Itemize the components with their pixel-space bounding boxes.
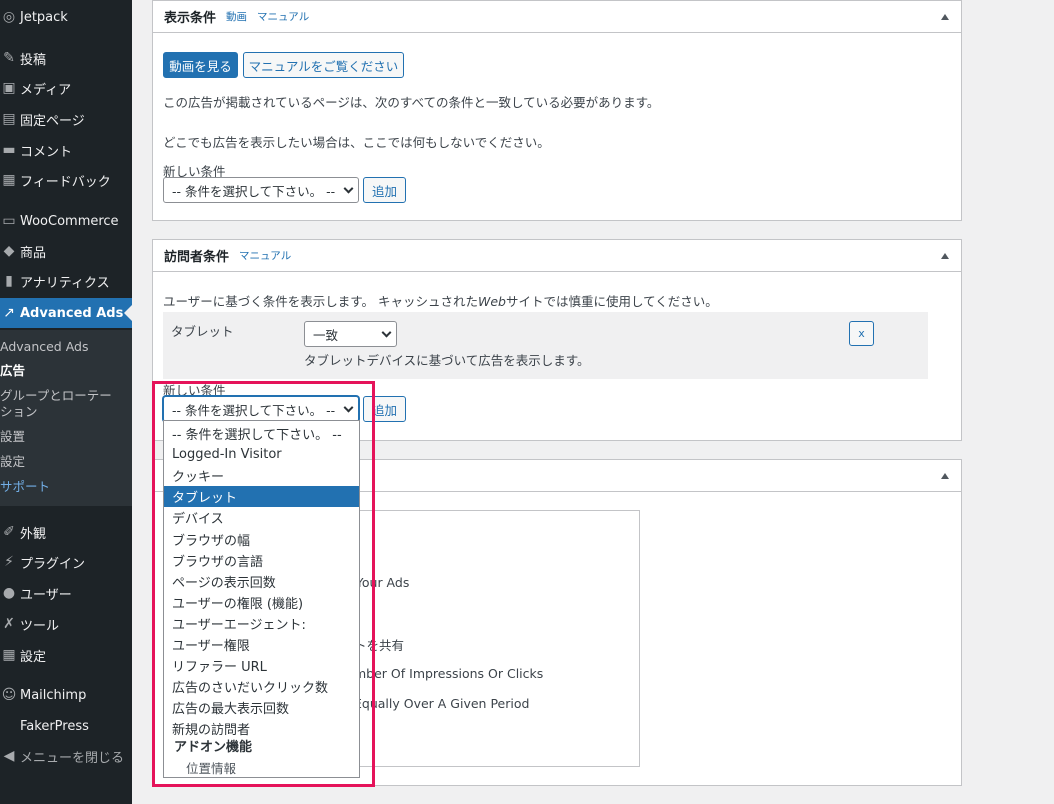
sidebar-item-appearance[interactable]: ✐ 外観 bbox=[0, 517, 132, 547]
intro-prefix: ユーザーに基づく条件を表示します。 キャッシュされた bbox=[163, 294, 478, 309]
collapse-arrow-icon[interactable] bbox=[941, 253, 949, 259]
sidebar-item-label: メディア bbox=[20, 82, 72, 98]
select-value: -- 条件を選択して下さい。 -- bbox=[172, 183, 336, 199]
appearance-icon: ✐ bbox=[3, 524, 15, 540]
feedback-icon: ▦ bbox=[2, 172, 16, 188]
comment-icon: ▬ bbox=[2, 142, 16, 158]
collapse-arrow-icon[interactable] bbox=[941, 473, 949, 479]
sidebar-item-pin[interactable]: ✎ 投稿 bbox=[0, 43, 132, 73]
addon-box: n Your Ads トを共有 mber Of Impressions Or C… bbox=[344, 510, 640, 767]
analytics-icon: ▮ bbox=[5, 273, 13, 289]
media-icon: ▣ bbox=[2, 80, 16, 96]
sidebar-item-user[interactable]: ● ユーザー bbox=[0, 578, 132, 608]
pin-icon: ✎ bbox=[3, 50, 15, 66]
page-icon: ▤ bbox=[2, 111, 16, 127]
video-link[interactable]: 動画 bbox=[226, 9, 247, 24]
advanced-ads-icon: ↗ bbox=[3, 305, 15, 321]
sidebar-item-collapse-menu[interactable]: ◀ メニューを閉じる bbox=[0, 741, 132, 771]
plugin-icon: ⚡ bbox=[4, 554, 14, 570]
manual-link[interactable]: マニュアル bbox=[239, 248, 291, 263]
active-indicator-arrow bbox=[124, 305, 132, 321]
admin-sidebar: ◎ Jetpack ✎ 投稿 ▣ メディア ▤ 固定ページ ▬ コメント ▦ フィードバック ▭ WooC… bbox=[0, 0, 132, 804]
sidebar-item-jetpack[interactable]: ◎ Jetpack bbox=[0, 2, 132, 32]
sidebar-item-settings[interactable]: ▦ 設定 bbox=[0, 640, 132, 670]
intro-suffix: サイトでは慎重に使用してください。 bbox=[505, 294, 718, 309]
sidebar-item-label: FakerPress bbox=[20, 718, 89, 734]
display-conditions-panel: 表示条件 動画 マニュアル 動画を見る マニュアルをご覧ください この広告が掲載… bbox=[152, 0, 962, 221]
collapse-arrow-icon[interactable] bbox=[941, 14, 949, 20]
sidebar-item-label: 投稿 bbox=[20, 52, 47, 68]
advanced-ads-submenu: Advanced Ads 広告 グループとローテーション 設置 設定 サポート bbox=[0, 330, 132, 506]
submenu-item-support[interactable]: サポート bbox=[0, 479, 50, 495]
addon-text-3: mber Of Impressions Or Clicks bbox=[354, 666, 544, 681]
sidebar-item-label: フィードバック bbox=[20, 174, 111, 190]
settings-icon: ▦ bbox=[2, 647, 16, 663]
sidebar-item-label: Mailchimp bbox=[20, 687, 87, 703]
sidebar-item-label: 設定 bbox=[20, 649, 47, 665]
condition-row: タブレット 一致 タブレットデバイスに基づいて広告を表示します。 x bbox=[163, 312, 928, 379]
add-display-condition-button[interactable]: 追加 bbox=[363, 177, 406, 203]
submenu-item-groups[interactable]: グループとローテーション bbox=[0, 388, 122, 420]
display-condition-select[interactable]: -- 条件を選択して下さい。 -- bbox=[163, 177, 359, 203]
submenu-item-settings[interactable]: 設定 bbox=[0, 454, 25, 470]
submenu-item-placements[interactable]: 設置 bbox=[0, 429, 25, 445]
sidebar-item-product[interactable]: ◆ 商品 bbox=[0, 236, 132, 266]
jetpack-icon: ◎ bbox=[2, 9, 16, 25]
condition-name: タブレット bbox=[171, 324, 234, 339]
condition-description: タブレットデバイスに基づいて広告を表示します。 bbox=[304, 353, 590, 368]
fakerpress-icon bbox=[0, 717, 18, 735]
sidebar-item-label: ツール bbox=[20, 618, 60, 634]
sidebar-item-comment[interactable]: ▬ コメント bbox=[0, 135, 132, 165]
operator-value: 一致 bbox=[313, 327, 339, 343]
operator-select[interactable]: 一致 bbox=[304, 321, 397, 347]
manual-link[interactable]: マニュアル bbox=[257, 9, 309, 24]
sidebar-item-label: ユーザー bbox=[20, 587, 72, 603]
conditions-description: この広告が掲載されているページは、次のすべての条件と一致している必要があります。 bbox=[163, 95, 660, 110]
read-manual-button[interactable]: マニュアルをご覧ください bbox=[243, 52, 404, 78]
chevron-down-icon bbox=[343, 183, 354, 194]
sidebar-item-fakerpress[interactable]: FakerPress bbox=[0, 711, 132, 741]
chevron-down-icon bbox=[381, 327, 392, 338]
sidebar-item-tool[interactable]: ✗ ツール bbox=[0, 609, 132, 639]
tool-icon: ✗ bbox=[3, 616, 15, 632]
sidebar-item-media[interactable]: ▣ メディア bbox=[0, 73, 132, 103]
display-conditions-header[interactable]: 表示条件 動画 マニュアル bbox=[153, 1, 961, 33]
mailchimp-icon: ☺ bbox=[1, 687, 17, 703]
sidebar-item-label: 商品 bbox=[20, 245, 47, 261]
user-icon: ● bbox=[2, 585, 16, 601]
sidebar-item-mailchimp[interactable]: ☺ Mailchimp bbox=[0, 680, 132, 710]
visitor-conditions-intro: ユーザーに基づく条件を表示します。 キャッシュされたWebサイトでは慎重に使用し… bbox=[163, 291, 718, 310]
addon-text-4: Equally Over A Given Period bbox=[354, 696, 530, 711]
submenu-item-advanced-ads[interactable]: Advanced Ads bbox=[0, 339, 89, 355]
sidebar-item-analytics[interactable]: ▮ アナリティクス bbox=[0, 266, 132, 296]
conditions-hint: どこでも広告を表示したい場合は、ここでは何もしないでください。 bbox=[163, 135, 550, 150]
panel-title: 表示条件 bbox=[164, 11, 217, 26]
panel-title: 訪問者条件 bbox=[164, 250, 230, 265]
highlight-frame bbox=[152, 381, 375, 787]
sidebar-item-label: 外観 bbox=[20, 526, 47, 542]
sidebar-item-label: WooCommerce bbox=[20, 213, 119, 229]
sidebar-item-woocommerce[interactable]: ▭ WooCommerce bbox=[0, 206, 132, 236]
sidebar-item-label: Advanced Ads bbox=[20, 305, 124, 321]
sidebar-item-label: 固定ページ bbox=[20, 113, 85, 129]
product-icon: ◆ bbox=[3, 243, 15, 259]
collapse-menu-icon: ◀ bbox=[3, 748, 15, 764]
sidebar-item-label: アナリティクス bbox=[20, 275, 110, 291]
woocommerce-icon: ▭ bbox=[2, 213, 16, 229]
sidebar-item-label: Jetpack bbox=[20, 9, 68, 25]
sidebar-item-plugin[interactable]: ⚡ プラグイン bbox=[0, 547, 132, 577]
watch-video-button[interactable]: 動画を見る bbox=[163, 52, 238, 78]
sidebar-item-label: プラグイン bbox=[20, 556, 86, 572]
visitor-conditions-header[interactable]: 訪問者条件 マニュアル bbox=[153, 240, 961, 272]
intro-web: Web bbox=[477, 294, 506, 309]
submenu-item-ads[interactable]: 広告 bbox=[0, 363, 25, 379]
sidebar-item-label: メニューを閉じる bbox=[20, 750, 125, 766]
sidebar-item-advanced-ads[interactable]: ↗ Advanced Ads bbox=[0, 298, 132, 328]
sidebar-item-page[interactable]: ▤ 固定ページ bbox=[0, 104, 132, 134]
sidebar-item-label: コメント bbox=[20, 144, 73, 160]
sidebar-item-feedback[interactable]: ▦ フィードバック bbox=[0, 165, 132, 195]
remove-condition-button[interactable]: x bbox=[849, 321, 874, 346]
